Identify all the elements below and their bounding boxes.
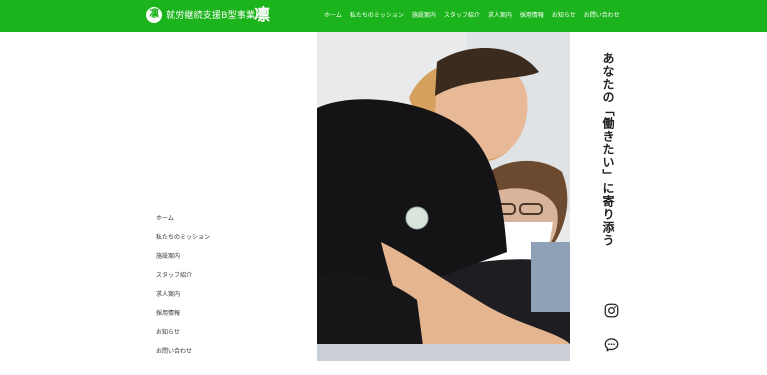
top-nav-staff[interactable]: スタッフ紹介 <box>444 12 480 20</box>
instagram-icon[interactable] <box>604 303 619 318</box>
side-nav-facility[interactable]: 施設案内 <box>156 252 306 261</box>
top-nav-contact[interactable]: お問い合わせ <box>584 12 620 20</box>
side-nav-jobs[interactable]: 求人案内 <box>156 290 306 299</box>
top-nav-facility[interactable]: 施設案内 <box>412 12 436 20</box>
brand-name[interactable]: 就労継続支援B型事業所 <box>166 8 264 24</box>
site-header: 凛 就労継続支援B型事業所 凛 ホーム 私たちのミッション 施設案内 スタッフ紹… <box>0 0 767 32</box>
side-nav-home[interactable]: ホーム <box>156 214 306 223</box>
side-nav-staff[interactable]: スタッフ紹介 <box>156 271 306 280</box>
side-nav-contact[interactable]: お問い合わせ <box>156 347 306 356</box>
top-nav-recruit[interactable]: 採用情報 <box>520 12 544 20</box>
side-nav-mission[interactable]: 私たちのミッション <box>156 233 306 242</box>
hero-image <box>317 32 570 361</box>
catchphrase: あなたの「働きたい」に寄り添う <box>601 52 615 247</box>
brand-mark[interactable]: 凛 <box>254 4 270 26</box>
top-nav-jobs[interactable]: 求人案内 <box>488 12 512 20</box>
side-navigation: ホーム 私たちのミッション 施設案内 スタッフ紹介 求人案内 採用情報 お知らせ… <box>156 214 306 356</box>
top-nav-news[interactable]: お知らせ <box>552 12 576 20</box>
top-nav-home[interactable]: ホーム <box>324 12 342 20</box>
top-nav-mission[interactable]: 私たちのミッション <box>350 12 404 20</box>
side-nav-news[interactable]: お知らせ <box>156 328 306 337</box>
side-nav-recruit[interactable]: 採用情報 <box>156 309 306 318</box>
chat-icon[interactable] <box>604 337 619 352</box>
top-navigation: ホーム 私たちのミッション 施設案内 スタッフ紹介 求人案内 採用情報 お知らせ… <box>324 0 620 32</box>
logo-icon[interactable]: 凛 <box>146 7 162 23</box>
